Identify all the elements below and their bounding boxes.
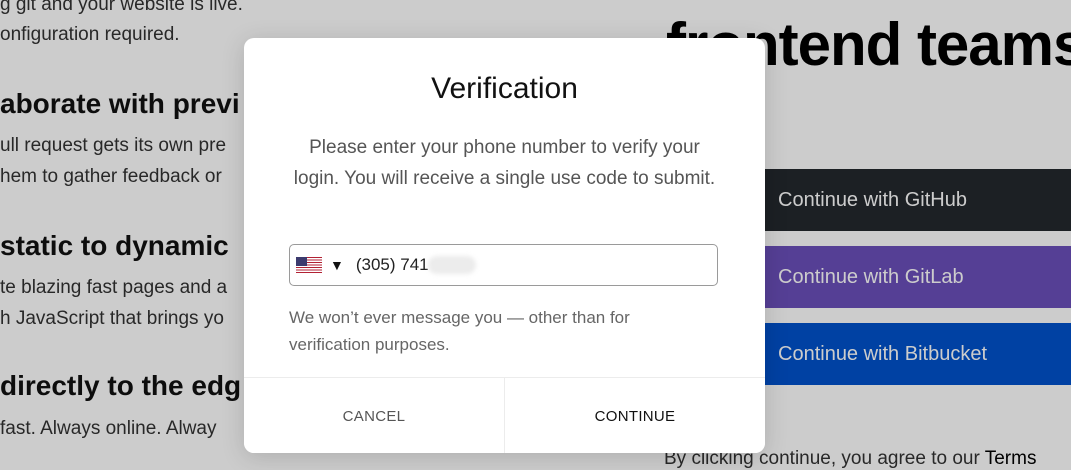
cancel-button[interactable]: CANCEL xyxy=(244,378,505,453)
redacted-digits xyxy=(427,256,476,274)
dialog-description: Please enter your phone number to verify… xyxy=(293,137,716,189)
caret-down-icon: ▼ xyxy=(330,257,344,273)
privacy-note: We won’t ever message you — other than f… xyxy=(289,308,630,354)
continue-button[interactable]: CONTINUE xyxy=(505,378,765,453)
dialog-footer: CANCEL CONTINUE xyxy=(244,377,765,453)
dialog-title: Verification xyxy=(431,72,578,105)
verification-dialog: Verification Please enter your phone num… xyxy=(244,38,765,453)
phone-number-field[interactable]: ▼ xyxy=(289,244,718,286)
phone-input[interactable] xyxy=(355,255,430,275)
us-flag-icon xyxy=(296,257,322,273)
country-code-select[interactable]: ▼ xyxy=(296,257,344,273)
